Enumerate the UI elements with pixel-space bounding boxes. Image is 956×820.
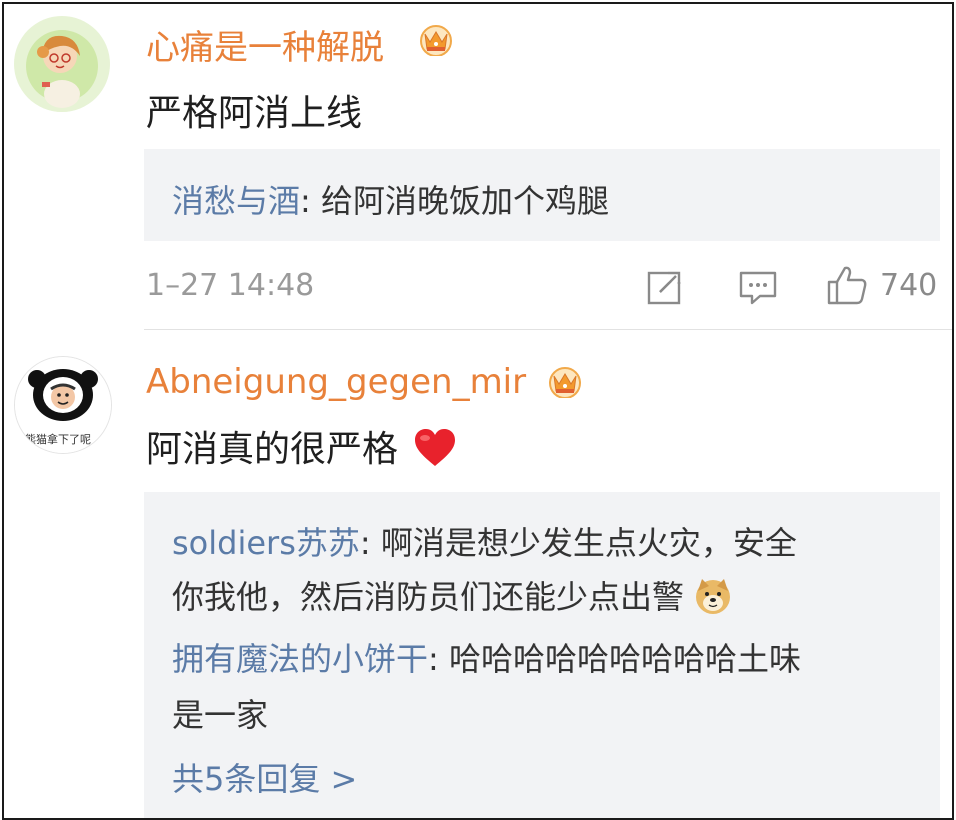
share-icon[interactable] (646, 268, 684, 306)
reply-item: 消愁与酒: 给阿消晚饭加个鸡腿 (172, 176, 609, 222)
username[interactable]: 心痛是一种解脱 (146, 20, 384, 69)
reply-box[interactable]: soldiers苏苏: 啊消是想少发生点火灾，安全 你我他，然后消防员们还能少点… (144, 492, 940, 818)
reply-item-continued: 是一家 (172, 690, 268, 736)
reply-username[interactable]: 拥有魔法的小饼干 (172, 640, 428, 678)
reply-box[interactable]: 消愁与酒: 给阿消晚饭加个鸡腿 (144, 149, 940, 241)
reply-item: 拥有魔法的小饼干: 哈哈哈哈哈哈哈哈哈土味 (172, 634, 801, 680)
divider (144, 329, 952, 330)
reply-separator: : (428, 640, 449, 678)
comment-list: 心痛是一种解脱 严格阿消上线 消愁与酒: 给阿消晚饭加个鸡腿 1–27 14:4… (2, 2, 954, 820)
avatar-caption: 熊猫拿下了呢 (25, 433, 91, 446)
reply-text: 啊消是想少发生点火灾，安全 (380, 524, 797, 562)
like-count: 740 (880, 268, 938, 303)
comment-text: 阿消真的很严格 (146, 420, 457, 472)
reply-item-continued: 你我他，然后消防员们还能少点出警 (172, 572, 732, 618)
vip-crown-icon (549, 367, 581, 398)
reply-separator: : (300, 182, 321, 220)
username[interactable]: Abneigung_gegen_mir (146, 362, 526, 402)
reply-separator: : (359, 524, 381, 562)
like-icon[interactable] (826, 264, 868, 306)
reply-text: 你我他，然后消防员们还能少点出警 (172, 578, 685, 616)
comment-icon[interactable] (738, 268, 778, 308)
reply-text: 哈哈哈哈哈哈哈哈哈土味 (448, 640, 801, 678)
comment-text-content: 阿消真的很严格 (146, 429, 399, 470)
reply-username[interactable]: 消愁与酒 (172, 182, 300, 220)
vip-crown-icon (420, 25, 452, 56)
reply-username[interactable]: soldiers苏苏 (172, 524, 360, 562)
reply-item: soldiers苏苏: 啊消是想少发生点火灾，安全 (172, 518, 797, 564)
timestamp: 1–27 14:48 (146, 268, 315, 303)
avatar[interactable]: 熊猫拿下了呢 (14, 356, 112, 454)
avatar[interactable] (14, 16, 110, 112)
doge-emoji-icon (696, 579, 731, 614)
more-replies-link[interactable]: 共5条回复 > (172, 754, 357, 800)
reply-text: 是一家 (172, 696, 269, 734)
comment-text: 严格阿消上线 (146, 93, 363, 134)
reply-text: 给阿消晚饭加个鸡腿 (320, 182, 609, 220)
heart-emoji-icon (415, 429, 456, 466)
